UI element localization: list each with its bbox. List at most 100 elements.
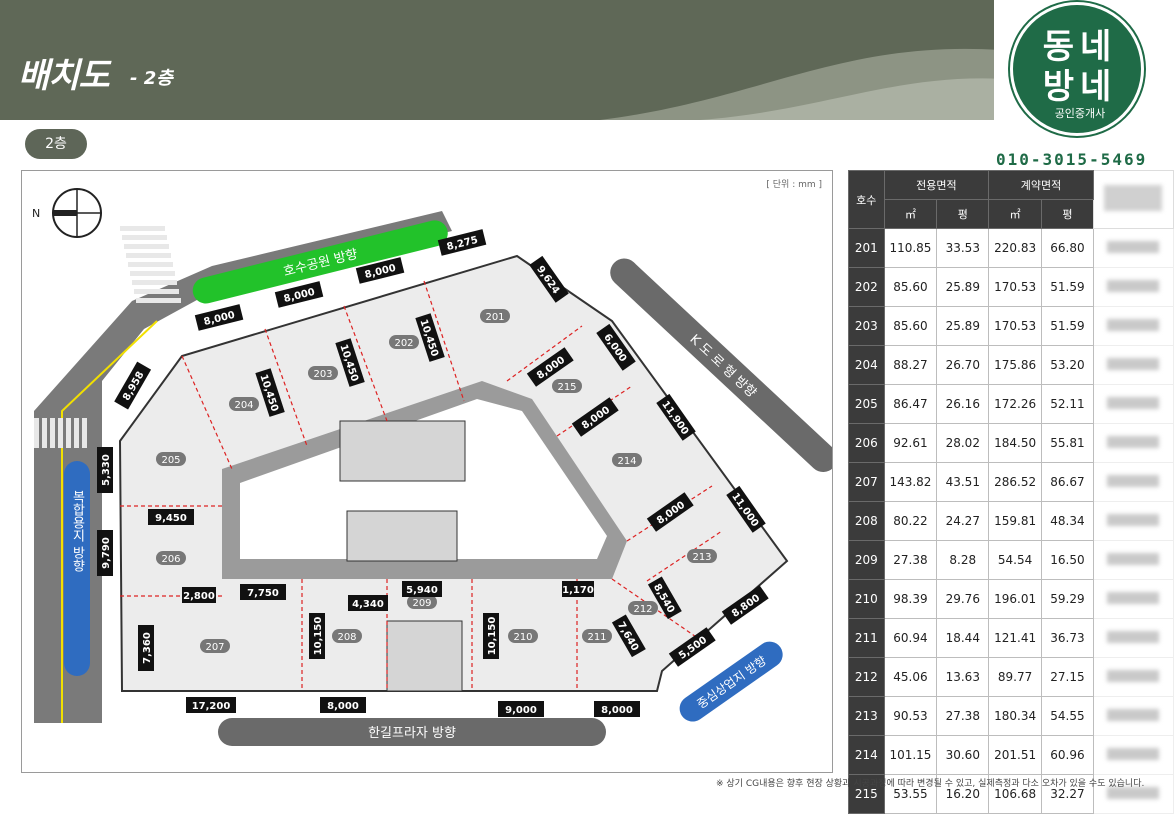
cell-price-hidden [1092, 618, 1174, 658]
svg-text:204: 204 [234, 400, 253, 411]
unit-203: 203 [308, 366, 338, 380]
agency-phone: 010-3015-5469 [996, 150, 1148, 169]
unit-214: 214 [612, 453, 642, 467]
logo-circle: 동네 방네 공인중개사 [1010, 2, 1144, 136]
svg-text:210: 210 [513, 632, 532, 643]
cell-price-hidden [1092, 735, 1174, 775]
cell-value: 172.26 [988, 384, 1042, 424]
cell-value: 80.22 [883, 501, 938, 541]
cell-value: 143.82 [883, 462, 938, 502]
table-row: 208 80.22 24.27 159.81 48.34 [848, 501, 1174, 541]
cell-unit: 212 [848, 657, 885, 697]
table-row: 204 88.27 26.70 175.86 53.20 [848, 345, 1174, 385]
cell-unit: 202 [848, 267, 885, 307]
table-row: 213 90.53 27.38 180.34 54.55 [848, 696, 1174, 736]
cell-value: 52.11 [1041, 384, 1094, 424]
svg-text:202: 202 [394, 338, 413, 349]
svg-text:7,360: 7,360 [142, 632, 153, 664]
svg-text:9,790: 9,790 [101, 537, 112, 569]
table-row: 205 86.47 26.16 172.26 52.11 [848, 384, 1174, 424]
cell-value: 18.44 [936, 618, 990, 658]
cell-unit: 214 [848, 735, 885, 775]
svg-text:중심상업지 방향: 중심상업지 방향 [694, 653, 768, 711]
cell-value: 60.94 [883, 618, 938, 658]
cell-unit: 204 [848, 345, 885, 385]
svg-text:209: 209 [412, 598, 431, 609]
cell-value: 286.52 [988, 462, 1042, 502]
svg-text:8,000: 8,000 [601, 705, 633, 716]
unit-207: 207 [200, 639, 230, 653]
table-row: 210 98.39 29.76 196.01 59.29 [848, 579, 1174, 619]
cell-value: 196.01 [988, 579, 1042, 619]
cell-price-hidden [1092, 462, 1174, 502]
compass-n: N [32, 207, 40, 220]
th-exclusive-py: 평 [936, 199, 990, 229]
svg-text:17,200: 17,200 [192, 701, 231, 712]
th-contract-m2: ㎡ [988, 199, 1042, 229]
cell-value: 85.60 [883, 267, 938, 307]
cell-price-hidden [1092, 384, 1174, 424]
cell-value: 51.59 [1041, 306, 1094, 346]
cell-price-hidden [1092, 657, 1174, 697]
road-label-bottom: 한길프라자 방향 [218, 718, 606, 746]
cell-unit: 207 [848, 462, 885, 502]
logo-sub: 공인중개사 [1054, 107, 1106, 120]
cell-price-hidden [1092, 540, 1174, 580]
cell-value: 26.70 [936, 345, 990, 385]
cell-value: 86.47 [883, 384, 938, 424]
table-row: 203 85.60 25.89 170.53 51.59 [848, 306, 1174, 346]
cell-value: 86.67 [1041, 462, 1094, 502]
cell-unit: 203 [848, 306, 885, 346]
th-contract: 계약면적 [988, 170, 1094, 200]
cell-value: 101.15 [883, 735, 938, 775]
unit-210: 210 [508, 629, 538, 643]
cell-price-hidden [1092, 579, 1174, 619]
svg-text:208: 208 [337, 632, 356, 643]
svg-text:8,000: 8,000 [327, 701, 359, 712]
cell-value: 25.89 [936, 267, 990, 307]
cell-value: 30.60 [936, 735, 990, 775]
cell-value: 28.02 [936, 423, 990, 463]
cell-price-hidden [1092, 423, 1174, 463]
table-row: 207 143.82 43.51 286.52 86.67 [848, 462, 1174, 502]
agency-logo: 동네 방네 공인중개사 [994, 0, 1174, 148]
table-row: 212 45.06 13.63 89.77 27.15 [848, 657, 1174, 697]
svg-text:5,940: 5,940 [406, 585, 438, 596]
compass-icon: N [32, 188, 102, 238]
th-unit: 호수 [848, 170, 885, 229]
unit-204: 204 [229, 397, 259, 411]
svg-text:한길프라자 방향: 한길프라자 방향 [368, 726, 456, 741]
svg-text:2,800: 2,800 [183, 591, 215, 602]
svg-text:215: 215 [557, 382, 576, 393]
svg-text:205: 205 [161, 455, 180, 466]
svg-text:7,750: 7,750 [247, 588, 279, 599]
cell-value: 184.50 [988, 423, 1042, 463]
floor-badge: 2층 [25, 129, 87, 159]
unit-213: 213 [687, 549, 717, 563]
unit-206: 206 [156, 551, 186, 565]
cell-value: 43.51 [936, 462, 990, 502]
svg-text:201: 201 [485, 312, 504, 323]
crosswalk-top [120, 226, 181, 303]
cell-value: 54.55 [1041, 696, 1094, 736]
cell-price-hidden [1092, 306, 1174, 346]
cell-value: 85.60 [883, 306, 938, 346]
cell-value: 60.96 [1041, 735, 1094, 775]
cell-value: 25.89 [936, 306, 990, 346]
svg-text:4,340: 4,340 [352, 599, 384, 610]
table-row: 206 92.61 28.02 184.50 55.81 [848, 423, 1174, 463]
svg-text:206: 206 [161, 554, 180, 565]
svg-text:10,150: 10,150 [487, 617, 498, 656]
cell-unit: 211 [848, 618, 885, 658]
cell-value: 36.73 [1041, 618, 1094, 658]
svg-text:211: 211 [587, 632, 606, 643]
cell-unit: 206 [848, 423, 885, 463]
cell-value: 220.83 [988, 228, 1042, 268]
cell-value: 175.86 [988, 345, 1042, 385]
cell-value: 27.38 [936, 696, 990, 736]
table-row: 214 101.15 30.60 201.51 60.96 [848, 735, 1174, 775]
cell-value: 66.80 [1041, 228, 1094, 268]
svg-text:9,450: 9,450 [155, 513, 187, 524]
cell-value: 92.61 [883, 423, 938, 463]
cell-value: 170.53 [988, 306, 1042, 346]
